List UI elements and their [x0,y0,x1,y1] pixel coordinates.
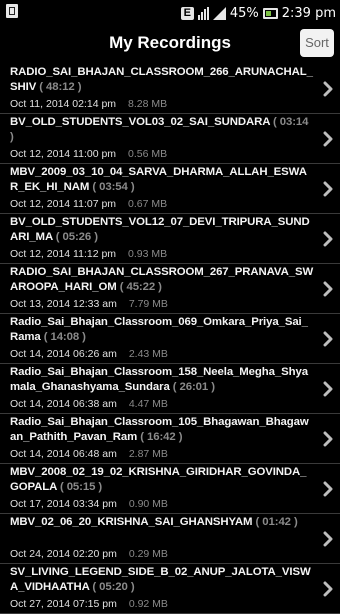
recording-title: MBV_2009_03_10_04_SARVA_DHARMA_ALLAH_ESW… [10,166,307,193]
recording-size: 2.87 MB [128,448,168,460]
recording-meta: Oct 12, 2014 11:12 pm 0.93 MB [10,247,314,262]
recording-size: 0.93 MB [128,248,168,260]
recording-meta: Oct 14, 2014 06:48 am 2.87 MB [10,447,314,462]
recording-duration: ( 26:01 ) [172,381,215,393]
recording-meta: Oct 12, 2014 11:07 pm 0.67 MB [10,197,314,212]
recording-name: RADIO_SAI_BHAJAN_CLASSROOM_266_ARUNACHAL… [10,65,314,95]
recording-size: 4.47 MB [128,398,168,410]
recording-title: MBV_2008_02_19_02_KRISHNA_GIRIDHAR_GOVIN… [10,466,307,493]
recording-date: Oct 27, 2014 07:15 pm [10,598,117,610]
recording-date: Oct 14, 2014 06:26 am [10,348,117,360]
status-bar: E 45% 2:39 pm [0,0,340,26]
list-item[interactable]: RADIO_SAI_BHAJAN_CLASSROOM_266_ARUNACHAL… [0,64,340,114]
recording-date: Oct 24, 2014 02:20 pm [10,548,117,560]
chevron-right-icon [323,481,333,497]
chevron-right-icon [323,431,333,447]
chevron-right-icon [323,331,333,347]
recording-duration: ( 05:15 ) [59,481,103,493]
recording-name: MBV_02_06_20_KRISHNA_SAI_GHANSHYAM ( 01:… [10,515,314,545]
recording-size: 8.28 MB [128,98,168,110]
recording-duration: ( 16:42 ) [140,431,183,443]
recording-size: 7.79 MB [128,298,168,310]
chevron-right-icon [323,231,333,247]
recording-meta: Oct 24, 2014 02:20 pm 0.29 MB [10,547,314,562]
recording-date: Oct 14, 2014 06:38 am [10,398,117,410]
recording-date: Oct 13, 2014 12:33 am [10,298,117,310]
list-item[interactable]: Radio_Sai_Bhajan_Classroom_069_Omkara_Pr… [0,314,340,364]
data-activity-icon [197,6,209,20]
recording-size: 0.90 MB [128,498,168,510]
recording-duration: ( 03:54 ) [92,181,135,193]
recording-meta: Oct 14, 2014 06:26 am 2.43 MB [10,347,314,362]
recording-name: Radio_Sai_Bhajan_Classroom_069_Omkara_Pr… [10,315,314,345]
recording-title: Radio_Sai_Bhajan_Classroom_158_Neela_Meg… [10,366,308,393]
recording-title: SV_LIVING_LEGEND_SIDE_B_02_ANUP_JALOTA_V… [10,566,311,593]
recording-meta: Oct 13, 2014 12:33 am 7.79 MB [10,297,314,312]
recording-date: Oct 14, 2014 06:48 am [10,448,117,460]
recording-meta: Oct 12, 2014 11:00 pm 0.56 MB [10,147,314,162]
chevron-right-icon [323,531,333,547]
recordings-list: RADIO_SAI_BHAJAN_CLASSROOM_266_ARUNACHAL… [0,64,340,614]
recording-name: RADIO_SAI_BHAJAN_CLASSROOM_267_PRANAVA_S… [10,265,314,295]
recording-size: 0.92 MB [128,598,168,610]
list-item[interactable]: MBV_2008_02_19_02_KRISHNA_GIRIDHAR_GOVIN… [0,464,340,514]
app-header: My Recordings Sort [0,26,340,64]
recording-duration: ( 05:20 ) [92,581,135,593]
recording-duration: ( 14:08 ) [43,331,86,343]
recording-title: BV_OLD_STUDENTS_VOL03_02_SAI_SUNDARA [10,116,270,128]
list-item[interactable]: BV_OLD_STUDENTS_VOL03_02_SAI_SUNDARA ( 0… [0,114,340,164]
sort-button[interactable]: Sort [300,29,334,57]
chevron-right-icon [323,181,333,197]
status-indicators: E 45% 2:39 pm [180,3,336,23]
list-item[interactable]: Radio_Sai_Bhajan_Classroom_158_Neela_Meg… [0,364,340,414]
recording-name: Radio_Sai_Bhajan_Classroom_158_Neela_Meg… [10,365,314,395]
battery-icon [262,7,278,19]
chevron-right-icon [323,131,333,147]
recording-name: Radio_Sai_Bhajan_Classroom_105_Bhagawan_… [10,415,314,445]
battery-percent: 45% [229,5,259,21]
recording-date: Oct 12, 2014 11:07 pm [10,198,117,210]
chevron-right-icon [323,581,333,597]
recording-size: 2.43 MB [128,348,168,360]
recording-duration: ( 01:42 ) [255,516,298,528]
recording-name: MBV_2008_02_19_02_KRISHNA_GIRIDHAR_GOVIN… [10,465,314,495]
signal-icon [212,6,226,20]
list-item[interactable]: BV_OLD_STUDENTS_VOL12_07_DEVI_TRIPURA_SU… [0,214,340,264]
chevron-right-icon [323,81,333,97]
recording-name: MBV_2009_03_10_04_SARVA_DHARMA_ALLAH_ESW… [10,165,314,195]
recording-meta: Oct 11, 2014 02:14 pm 8.28 MB [10,97,314,112]
list-item[interactable]: MBV_02_06_20_KRISHNA_SAI_GHANSHYAM ( 01:… [0,514,340,564]
recording-size: 0.29 MB [128,548,168,560]
recording-duration: ( 45:22 ) [119,281,162,293]
list-item[interactable]: RADIO_SAI_BHAJAN_CLASSROOM_267_PRANAVA_S… [0,264,340,314]
recording-duration: ( 05:26 ) [55,231,98,243]
recording-date: Oct 12, 2014 11:12 pm [10,248,117,260]
recording-meta: Oct 27, 2014 07:15 pm 0.92 MB [10,597,314,612]
recording-name: SV_LIVING_LEGEND_SIDE_B_02_ANUP_JALOTA_V… [10,565,314,595]
chevron-right-icon [323,281,333,297]
recording-date: Oct 17, 2014 03:34 pm [10,498,117,510]
recording-name: BV_OLD_STUDENTS_VOL12_07_DEVI_TRIPURA_SU… [10,215,314,245]
page-title: My Recordings [109,33,231,52]
recording-date: Oct 12, 2014 11:00 pm [10,148,117,160]
recording-title: MBV_02_06_20_KRISHNA_SAI_GHANSHYAM [10,516,253,528]
recording-name: BV_OLD_STUDENTS_VOL03_02_SAI_SUNDARA ( 0… [10,115,314,145]
recording-size: 0.56 MB [128,148,168,160]
recording-date: Oct 11, 2014 02:14 pm [10,98,117,110]
notification-icon [6,4,18,18]
clock: 2:39 pm [281,5,336,21]
list-item[interactable]: Radio_Sai_Bhajan_Classroom_105_Bhagawan_… [0,414,340,464]
chevron-right-icon [323,381,333,397]
recording-duration: ( 48:12 ) [39,81,82,93]
recording-size: 0.67 MB [128,198,168,210]
list-item[interactable]: MBV_2009_03_10_04_SARVA_DHARMA_ALLAH_ESW… [0,164,340,214]
recording-meta: Oct 17, 2014 03:34 pm 0.90 MB [10,497,314,512]
list-item[interactable]: SV_LIVING_LEGEND_SIDE_B_02_ANUP_JALOTA_V… [0,564,340,614]
recording-meta: Oct 14, 2014 06:38 am 4.47 MB [10,397,314,412]
network-type-icon: E [180,6,194,20]
